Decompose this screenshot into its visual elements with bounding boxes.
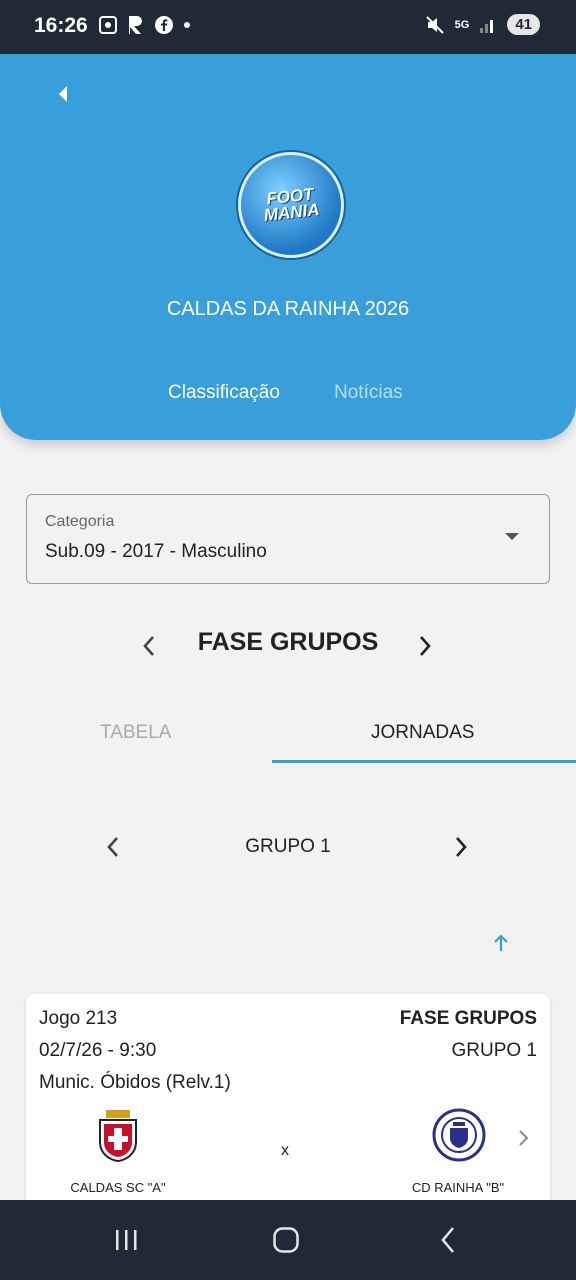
tournament-title: CALDAS DA RAINHA 2026 <box>166 298 410 320</box>
arrow-up-icon <box>494 934 508 951</box>
facebook-icon <box>155 16 173 34</box>
phase-navigation: FASE GRUPOS <box>0 624 576 668</box>
view-tabs: TABELA JORNADAS <box>0 706 576 764</box>
5g-icon: 5G <box>454 18 470 31</box>
recent-apps-button[interactable] <box>106 1222 146 1258</box>
tab-jornadas[interactable]: JORNADAS <box>371 722 474 744</box>
group-next-button[interactable] <box>446 832 476 862</box>
match-card[interactable]: Jogo 213 FASE GRUPOS 02/7/26 - 9:30 GRUP… <box>26 994 550 1214</box>
back-chevron-icon <box>441 1227 454 1253</box>
match-game-number: Jogo 213 <box>39 1008 118 1029</box>
match-separator: x <box>281 1142 289 1159</box>
home-button[interactable] <box>266 1222 306 1258</box>
dropdown-caret-icon <box>505 533 519 540</box>
tab-classificacao[interactable]: Classificação <box>168 382 280 404</box>
away-team-name: CD RAINHA "B" <box>411 1180 505 1195</box>
tab-noticias[interactable]: Notícias <box>334 382 403 404</box>
active-tab-indicator <box>272 760 576 763</box>
chevron-right-icon <box>519 1130 529 1146</box>
phase-title: FASE GRUPOS <box>197 628 379 656</box>
category-select[interactable]: Categoria Sub.09 - 2017 - Masculino <box>26 494 550 584</box>
match-group: GRUPO 1 <box>451 1040 537 1061</box>
mute-icon <box>425 15 444 34</box>
status-bar: 16:26 5G 41 <box>0 0 576 54</box>
r-app-icon <box>129 16 142 34</box>
match-venue: Munic. Óbidos (Relv.1) <box>39 1072 231 1093</box>
phase-next-button[interactable] <box>410 631 440 661</box>
logo-text-line2: MANIA <box>263 200 321 225</box>
system-nav-bar <box>0 1200 576 1280</box>
status-time: 16:26 <box>34 14 88 37</box>
category-select-value: Sub.09 - 2017 - Masculino <box>45 541 267 562</box>
home-team-name: CALDAS SC "A" <box>70 1180 166 1195</box>
back-button[interactable] <box>48 78 80 110</box>
chevron-right-icon <box>456 837 467 857</box>
app-header: FOOT MANIA CALDAS DA RAINHA 2026 Classif… <box>0 54 576 440</box>
back-arrow-icon <box>59 86 67 102</box>
status-left-icons <box>98 14 192 36</box>
match-phase: FASE GRUPOS <box>399 1008 537 1029</box>
away-team-crest-icon <box>432 1108 486 1162</box>
match-detail-button[interactable] <box>514 1126 534 1150</box>
signal-icon <box>480 19 494 33</box>
category-select-label: Categoria <box>45 513 115 530</box>
logo-text: FOOT MANIA <box>262 185 321 225</box>
nav-back-button[interactable] <box>428 1222 468 1258</box>
home-icon <box>273 1227 299 1253</box>
footmania-logo: FOOT MANIA <box>238 152 344 258</box>
group-navigation: GRUPO 1 <box>0 826 576 866</box>
home-team-crest-icon <box>99 1110 137 1162</box>
group-title: GRUPO 1 <box>245 836 331 857</box>
recent-apps-icon <box>116 1230 137 1250</box>
dot-icon <box>184 22 190 28</box>
chevron-right-icon <box>420 636 431 656</box>
status-right-icons: 5G 41 <box>425 14 540 35</box>
match-datetime: 02/7/26 - 9:30 <box>39 1040 157 1061</box>
battery-indicator: 41 <box>507 14 540 35</box>
scroll-top-button[interactable] <box>488 930 514 956</box>
screenshot-icon <box>99 16 117 34</box>
tab-tabela[interactable]: TABELA <box>100 722 171 744</box>
